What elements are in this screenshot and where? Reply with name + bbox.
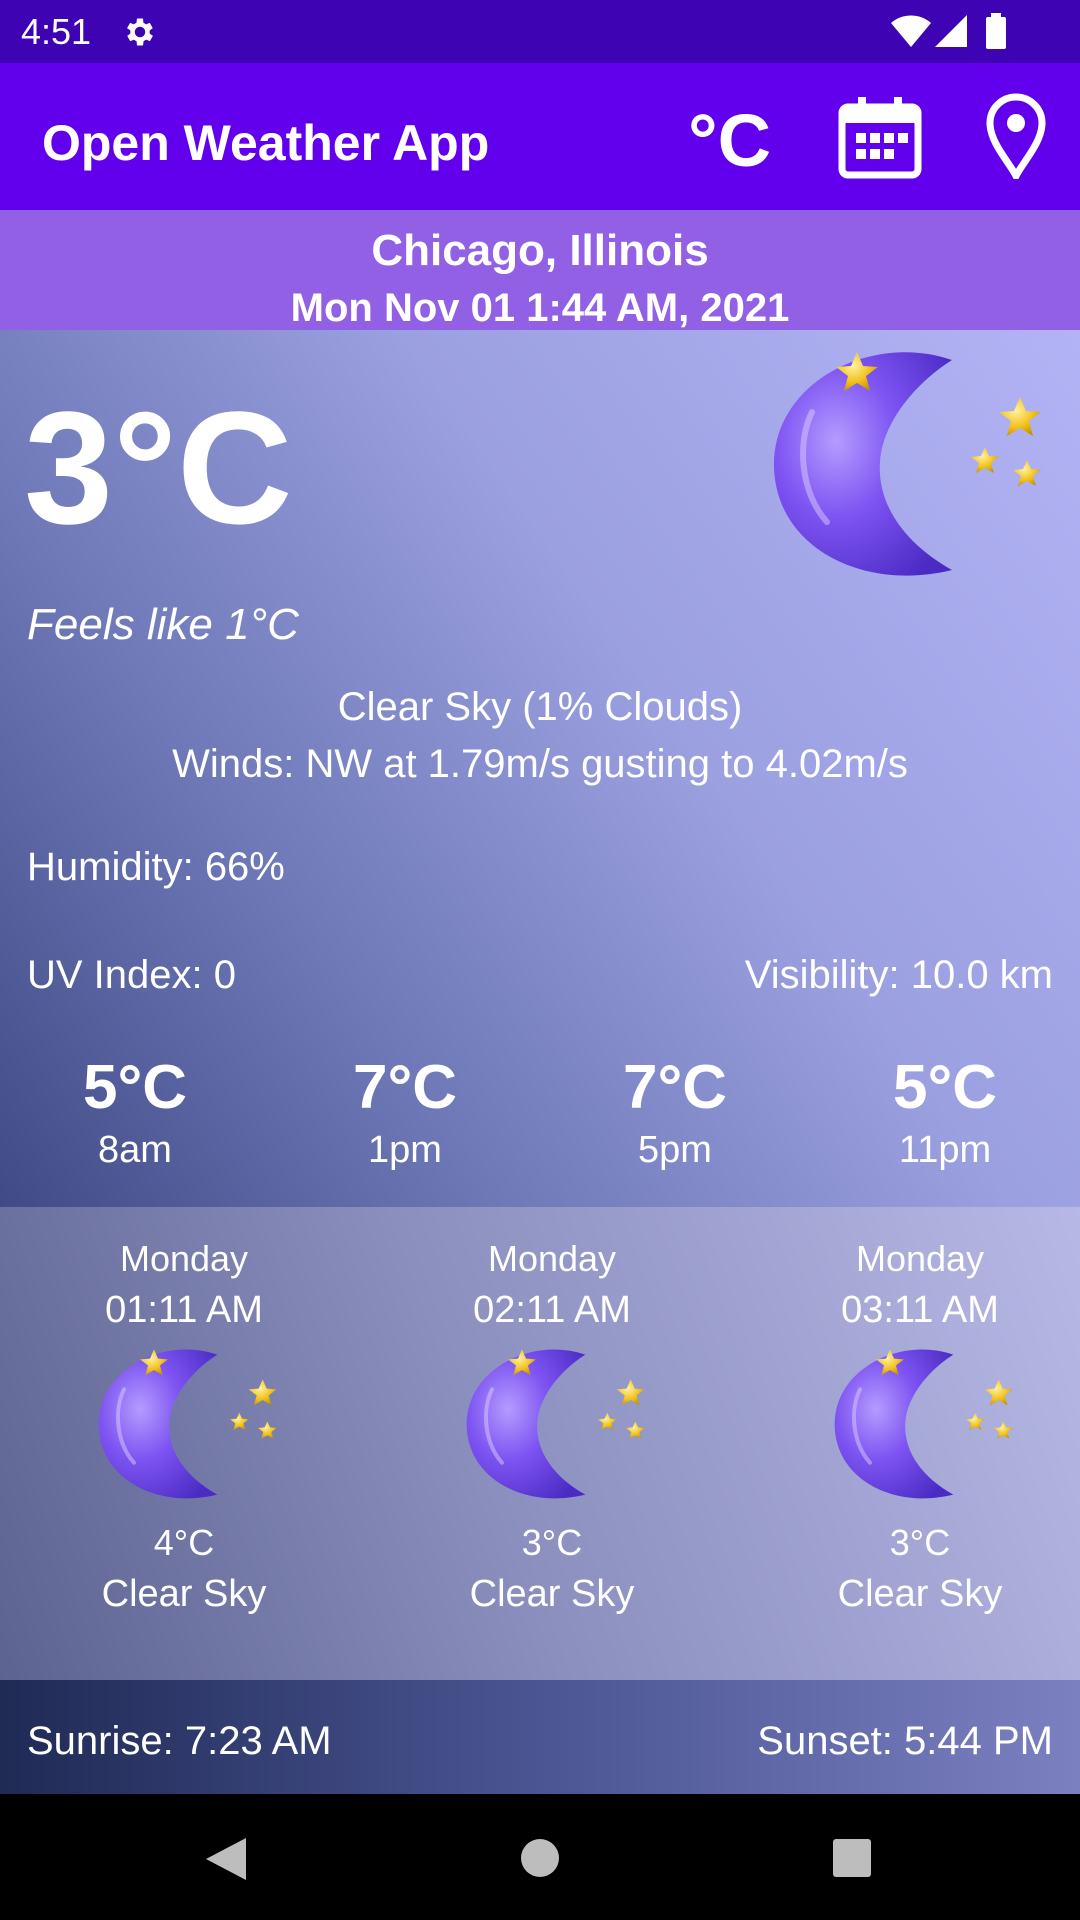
forecast-temp: 3°C — [889, 1522, 951, 1563]
forecast-desc: Clear Sky — [837, 1573, 1003, 1615]
location-pin-icon[interactable] — [986, 93, 1046, 179]
visibility-text: Visibility: 10.0 km — [744, 953, 1053, 997]
status-bar: 4:51 — [0, 0, 1080, 63]
app-bar: Open Weather App °C — [0, 63, 1080, 210]
uv-index-text: UV Index: 0 — [27, 953, 237, 997]
hourly-time: 11pm — [898, 1129, 992, 1171]
forecast-desc: Clear Sky — [101, 1573, 267, 1615]
hourly-item: 5°C 8am — [0, 1052, 270, 1174]
forecast-time: 03:11 AM — [841, 1289, 999, 1331]
sunrise-text: Sunrise: 7:23 AM — [27, 1719, 332, 1763]
hourly-temp: 7°C — [622, 1053, 728, 1122]
feels-like: Feels like 1°C — [27, 600, 299, 649]
hourly-item: 7°C 1pm — [270, 1052, 540, 1174]
calendar-icon[interactable] — [838, 95, 922, 179]
forecast-temp: 3°C — [521, 1522, 583, 1563]
hourly-temp: 7°C — [352, 1053, 458, 1122]
moon-stars-icon — [452, 1341, 652, 1511]
forecast-time: 01:11 AM — [105, 1289, 263, 1331]
hourly-time: 1pm — [368, 1129, 442, 1171]
battery-icon — [986, 13, 1006, 49]
sun-times-bar: Sunrise: 7:23 AM Sunset: 5:44 PM — [0, 1680, 1080, 1794]
moon-stars-icon — [752, 342, 1052, 592]
wind-text: Winds: NW at 1.79m/s gusting to 4.02m/s — [172, 742, 908, 786]
hourly-temp: 5°C — [892, 1053, 998, 1122]
unit-toggle-button[interactable]: °C — [688, 99, 771, 183]
forecast-strip[interactable]: Monday 01:11 AM 4°C Clear Sky Monday 02:… — [0, 1207, 1080, 1680]
forecast-temp: 4°C — [153, 1522, 215, 1563]
hourly-item: 7°C 5pm — [540, 1052, 810, 1174]
hourly-temp: 5°C — [82, 1053, 188, 1122]
current-datetime: Mon Nov 01 1:44 AM, 2021 — [290, 286, 790, 330]
back-icon[interactable] — [204, 1836, 248, 1882]
home-icon[interactable] — [520, 1838, 560, 1878]
wifi-icon — [891, 15, 931, 47]
app-title: Open Weather App — [42, 115, 490, 171]
hourly-time: 8am — [98, 1129, 172, 1171]
sunset-text: Sunset: 5:44 PM — [757, 1719, 1053, 1763]
hourly-forecast: 5°C 8am 7°C 1pm 7°C 5pm 5°C 11pm — [0, 1052, 1080, 1202]
system-nav-bar — [0, 1794, 1080, 1920]
forecast-time: 02:11 AM — [473, 1289, 631, 1331]
moon-stars-icon — [84, 1341, 284, 1511]
condition-text: Clear Sky (1% Clouds) — [337, 685, 743, 729]
status-time: 4:51 — [21, 11, 92, 52]
moon-stars-icon — [820, 1341, 1020, 1511]
forecast-day: Monday — [487, 1238, 617, 1279]
forecast-day: Monday — [119, 1238, 249, 1279]
location-banner: Chicago, Illinois Mon Nov 01 1:44 AM, 20… — [0, 210, 1080, 330]
gear-icon — [127, 18, 153, 46]
signal-icon — [935, 15, 967, 47]
forecast-day: Monday — [855, 1238, 985, 1279]
current-conditions: 3°C Feels like 1°C Clear Sky (1% Clouds)… — [0, 330, 1080, 1207]
recents-icon[interactable] — [832, 1838, 872, 1878]
current-temperature: 3°C — [24, 378, 293, 557]
hourly-time: 5pm — [638, 1129, 712, 1171]
humidity-text: Humidity: 66% — [27, 845, 285, 889]
city-name: Chicago, Illinois — [371, 226, 709, 275]
forecast-desc: Clear Sky — [469, 1573, 635, 1615]
hourly-item: 5°C 11pm — [810, 1052, 1080, 1174]
weather-screen: 4:51 Open Weather App °C Chicago, Illino… — [0, 0, 1080, 1920]
